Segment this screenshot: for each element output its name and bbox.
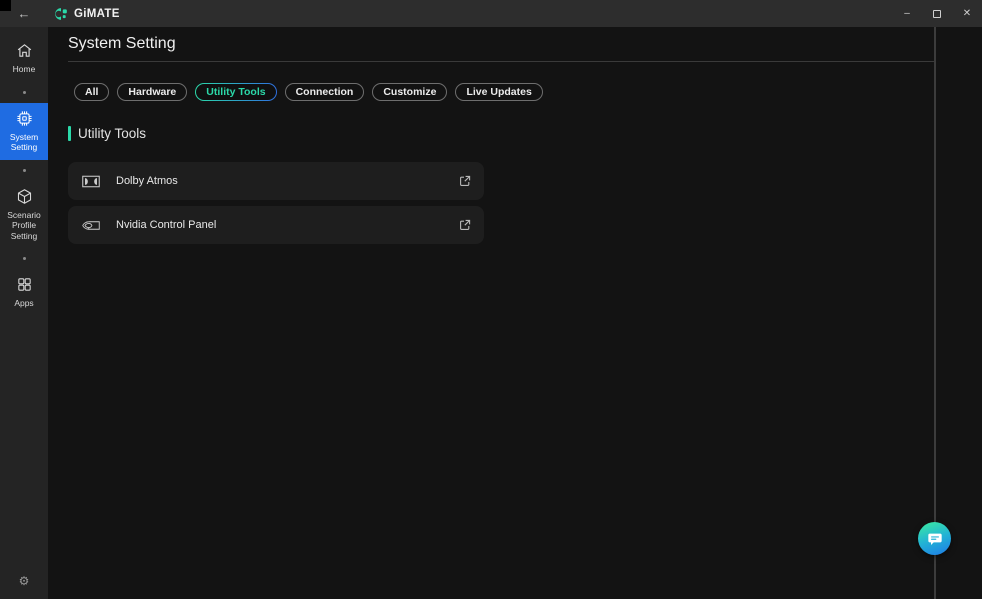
maximize-button[interactable] <box>922 0 952 27</box>
sidebar-item-label: Apps <box>14 298 33 309</box>
sidebar: Home System Setting Scenario Profil <box>0 27 48 599</box>
close-icon: ✕ <box>963 8 971 19</box>
minimize-button[interactable]: – <box>892 0 922 27</box>
sidebar-item-scenario-profile-setting[interactable]: Scenario Profile Setting <box>0 181 48 249</box>
section-accent-bar <box>68 126 71 141</box>
sidebar-item-apps[interactable]: Apps <box>0 269 48 316</box>
filter-tabs: All Hardware Utility Tools Connection Cu… <box>74 83 543 101</box>
tab-label: Customize <box>383 86 436 98</box>
external-link-icon[interactable] <box>458 174 472 188</box>
close-button[interactable]: ✕ <box>952 0 982 27</box>
minimize-icon: – <box>904 8 910 19</box>
back-button[interactable]: ← <box>14 0 34 27</box>
tab-utility-tools[interactable]: Utility Tools <box>195 83 276 101</box>
separator-dot <box>23 257 26 260</box>
back-arrow-icon: ← <box>18 6 31 21</box>
sidebar-item-label: System Setting <box>2 132 46 153</box>
corner-notch <box>0 0 11 11</box>
scroll-divider <box>934 27 936 599</box>
chat-support-button[interactable] <box>918 522 951 555</box>
chat-bubble-icon <box>927 531 943 547</box>
sidebar-item-label: Scenario Profile Setting <box>2 210 46 242</box>
utility-tools-list: Dolby Atmos Nvidia Control Panel <box>68 162 484 244</box>
tab-customize[interactable]: Customize <box>372 83 447 101</box>
app-title: GiMATE <box>74 8 120 20</box>
section-title: Utility Tools <box>78 126 146 141</box>
sidebar-item-home[interactable]: Home <box>0 35 48 82</box>
dolby-icon <box>80 175 102 188</box>
separator-dot <box>23 169 26 172</box>
window-controls: – ✕ <box>892 0 982 27</box>
cpu-chip-icon <box>16 110 33 127</box>
list-item-nvidia-control-panel[interactable]: Nvidia Control Panel <box>68 206 484 244</box>
gimate-logo-icon <box>54 7 68 21</box>
tab-live-updates[interactable]: Live Updates <box>455 83 542 101</box>
app-brand: GiMATE <box>54 0 120 27</box>
main-content: System Setting All Hardware Utility Tool… <box>48 27 982 599</box>
tab-hardware[interactable]: Hardware <box>117 83 187 101</box>
tab-label: Hardware <box>128 86 176 98</box>
list-item-label: Nvidia Control Panel <box>116 219 458 231</box>
external-link-icon[interactable] <box>458 218 472 232</box>
tab-label: Live Updates <box>466 86 531 98</box>
apps-grid-icon <box>16 276 33 293</box>
title-divider <box>68 61 934 62</box>
home-icon <box>16 42 33 59</box>
gear-icon: ⚙ <box>19 574 30 588</box>
sidebar-item-system-setting[interactable]: System Setting <box>0 103 48 160</box>
separator-dot <box>23 91 26 94</box>
tab-all[interactable]: All <box>74 83 109 101</box>
sidebar-item-label: Home <box>13 64 36 75</box>
tab-connection[interactable]: Connection <box>285 83 365 101</box>
tab-label: Connection <box>296 86 354 98</box>
settings-footer-button[interactable]: ⚙ <box>0 569 48 593</box>
section-header: Utility Tools <box>68 126 146 141</box>
tab-label: Utility Tools <box>206 86 265 98</box>
titlebar: ← GiMATE – ✕ <box>0 0 982 27</box>
cube-icon <box>16 188 33 205</box>
tab-label: All <box>85 86 98 98</box>
nvidia-icon <box>80 219 102 232</box>
maximize-icon <box>933 10 941 18</box>
list-item-dolby-atmos[interactable]: Dolby Atmos <box>68 162 484 200</box>
gimate-app-window: ← GiMATE – ✕ <box>0 0 982 599</box>
page-title: System Setting <box>68 35 176 53</box>
list-item-label: Dolby Atmos <box>116 175 458 187</box>
